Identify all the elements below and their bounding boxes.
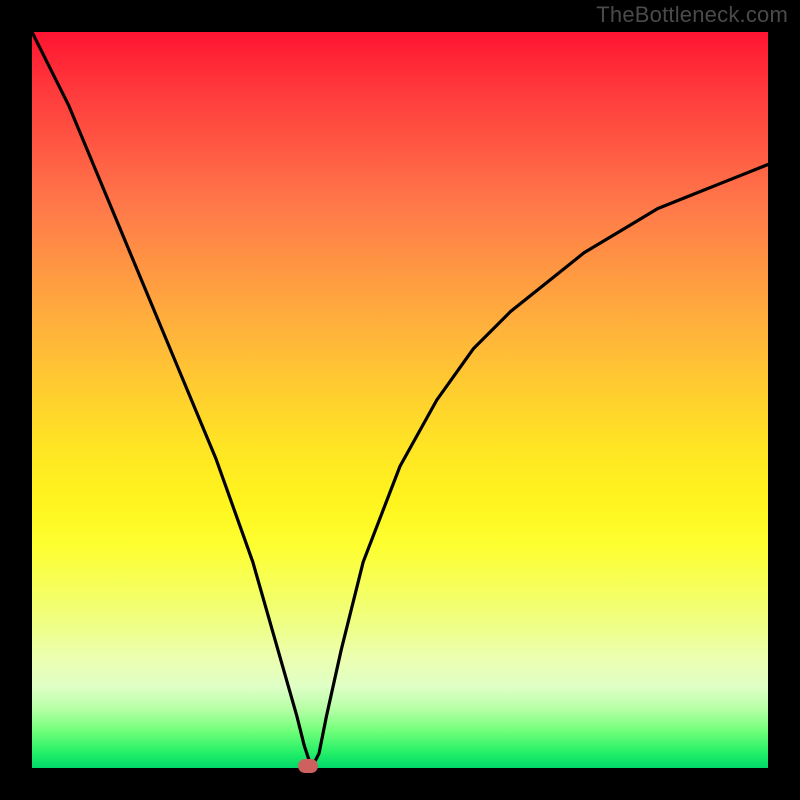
plot-area bbox=[32, 32, 768, 768]
bottleneck-curve bbox=[32, 32, 768, 768]
optimal-point-marker bbox=[298, 759, 318, 773]
chart-frame: TheBottleneck.com bbox=[0, 0, 800, 800]
watermark-text: TheBottleneck.com bbox=[596, 2, 788, 28]
